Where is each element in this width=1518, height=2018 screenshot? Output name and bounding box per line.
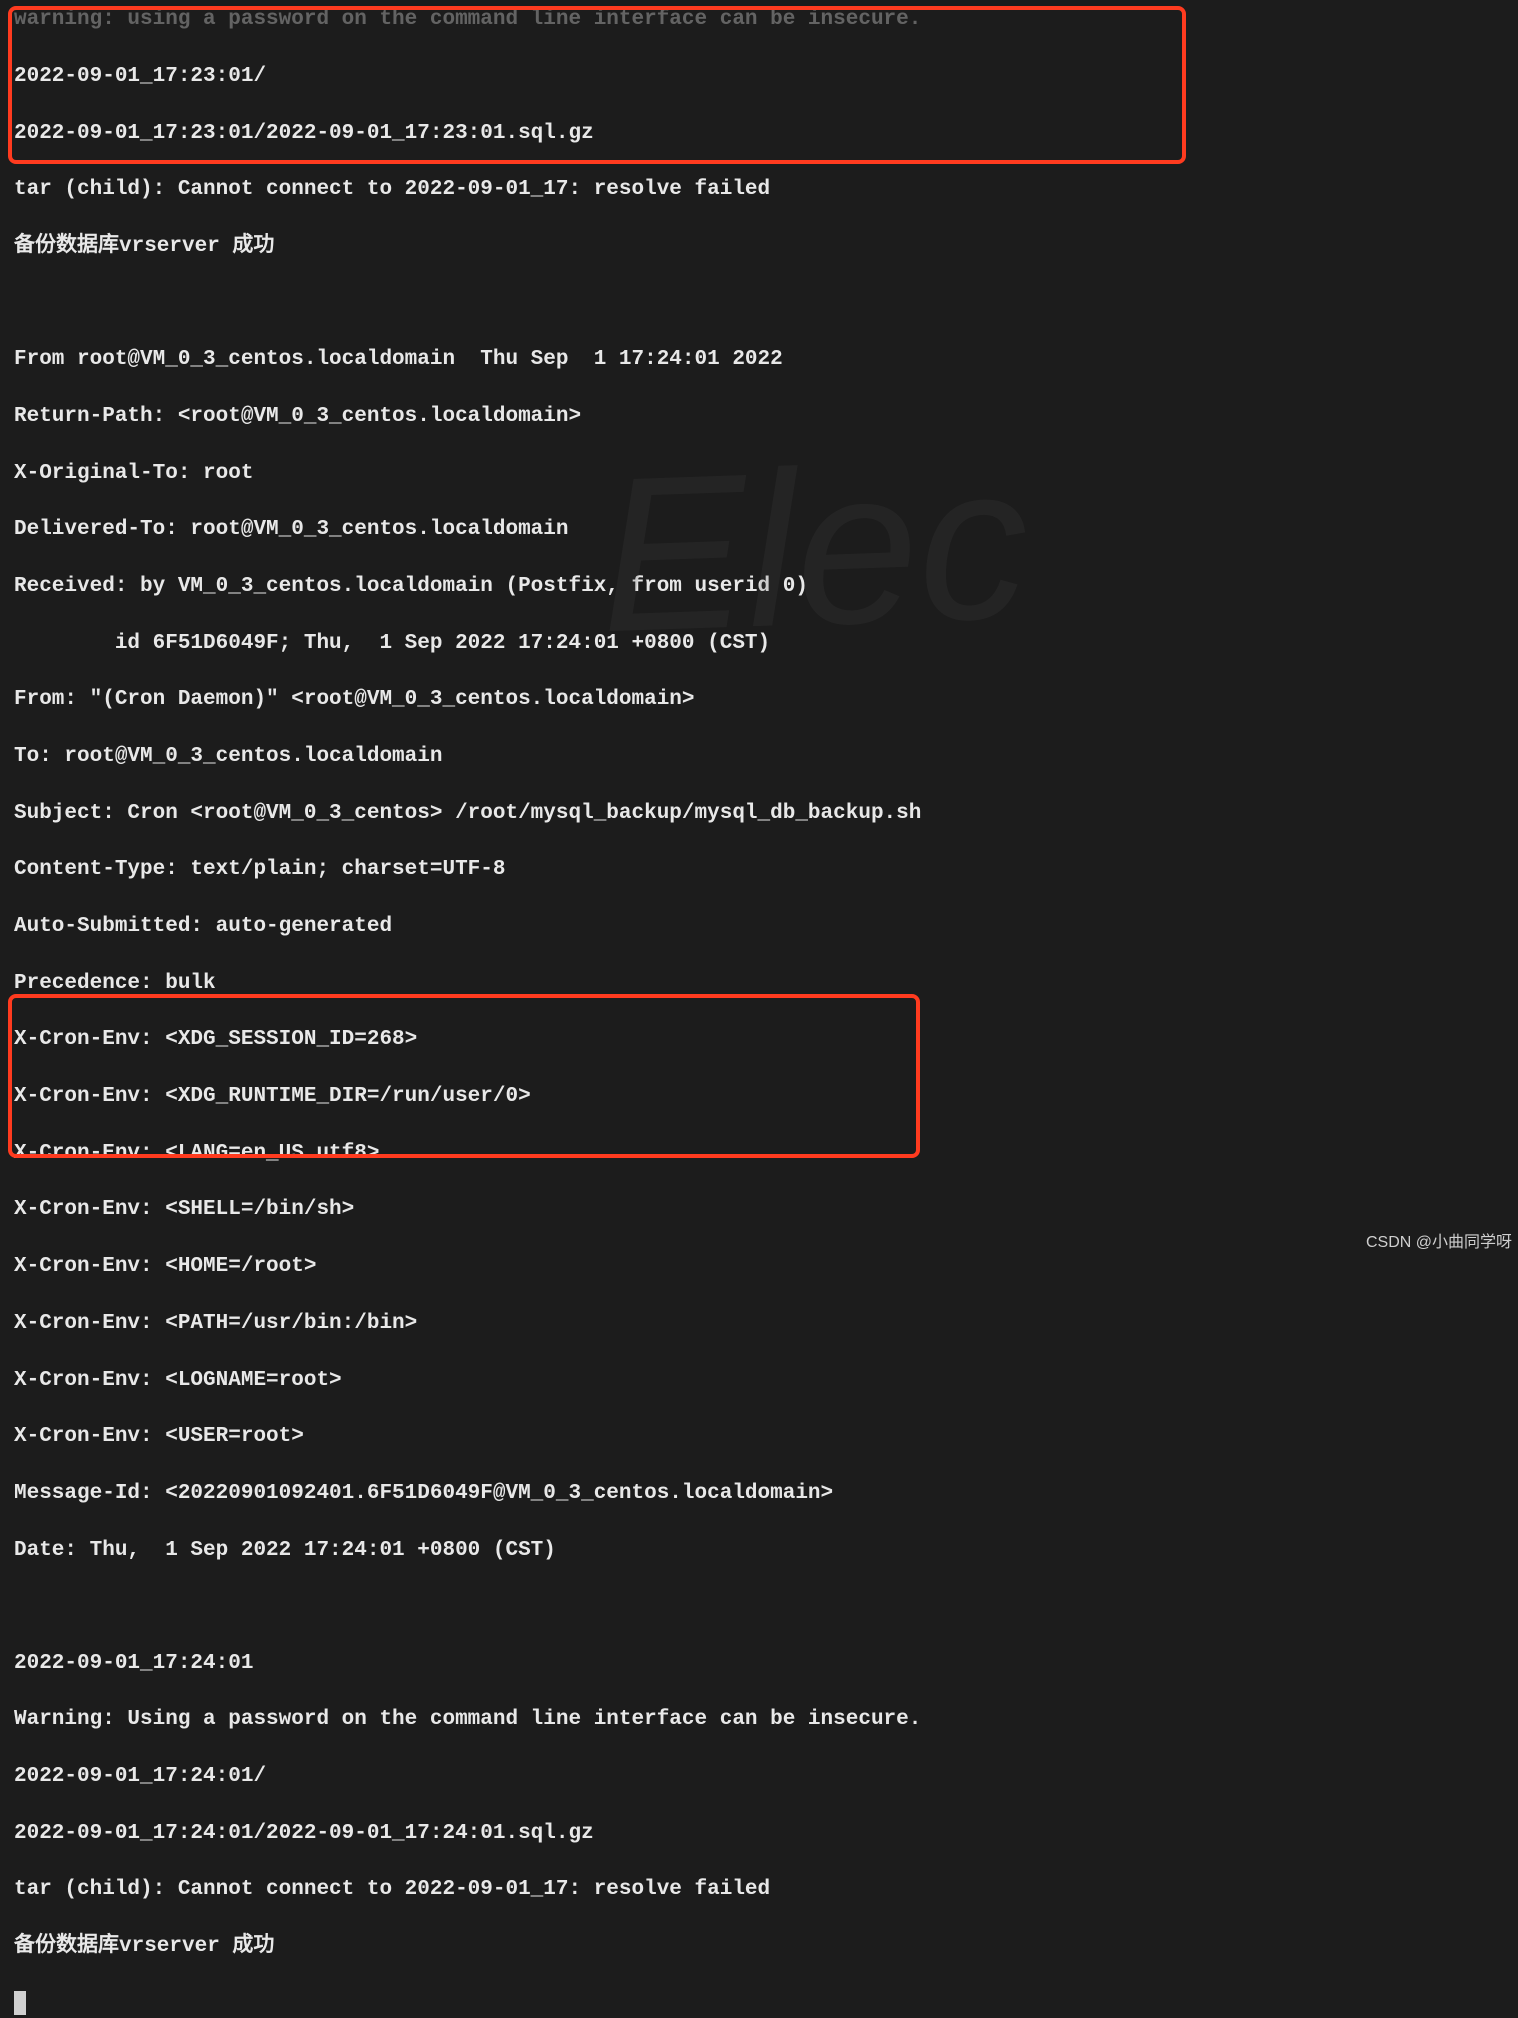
mail-header-cron-env: X-Cron-Env: <LOGNAME=root> xyxy=(14,1367,1504,1395)
mail-header-content-type: Content-Type: text/plain; charset=UTF-8 xyxy=(14,856,1504,884)
attribution-text: CSDN @小曲同学呀 xyxy=(1366,1232,1512,1254)
mail-header-to: To: root@VM_0_3_centos.localdomain xyxy=(14,743,1504,771)
mail-header-x-original-to: X-Original-To: root xyxy=(14,460,1504,488)
mail-header-cron-env: X-Cron-Env: <USER=root> xyxy=(14,1423,1504,1451)
output-line: 2022-09-01_17:23:01/2022-09-01_17:23:01.… xyxy=(14,120,1504,148)
output-line: 2022-09-01_17:24:01 xyxy=(14,1650,1504,1678)
mail-header-date: Date: Thu, 1 Sep 2022 17:24:01 +0800 (CS… xyxy=(14,1537,1504,1565)
mail-header-cron-env: X-Cron-Env: <XDG_SESSION_ID=268> xyxy=(14,1026,1504,1054)
mail-header-auto-submitted: Auto-Submitted: auto-generated xyxy=(14,913,1504,941)
blank-line xyxy=(14,1593,1504,1621)
mail-header-precedence: Precedence: bulk xyxy=(14,970,1504,998)
mail-header-cron-env: X-Cron-Env: <XDG_RUNTIME_DIR=/run/user/0… xyxy=(14,1083,1504,1111)
output-line: tar (child): Cannot connect to 2022-09-0… xyxy=(14,176,1504,204)
mail-header-from2: From: "(Cron Daemon)" <root@VM_0_3_cento… xyxy=(14,686,1504,714)
terminal-output[interactable]: warning: using a password on the command… xyxy=(0,0,1518,2018)
output-line: 备份数据库vrserver 成功 xyxy=(14,1933,1504,1961)
output-line: 2022-09-01_17:23:01/ xyxy=(14,63,1504,91)
mail-header-cron-env: X-Cron-Env: <SHELL=/bin/sh> xyxy=(14,1196,1504,1224)
mail-header-return-path: Return-Path: <root@VM_0_3_centos.localdo… xyxy=(14,403,1504,431)
mail-header-cron-env: X-Cron-Env: <HOME=/root> xyxy=(14,1253,1504,1281)
mail-header-received: Received: by VM_0_3_centos.localdomain (… xyxy=(14,573,1504,601)
mail-header-received-id: id 6F51D6049F; Thu, 1 Sep 2022 17:24:01 … xyxy=(14,630,1504,658)
output-line: Warning: Using a password on the command… xyxy=(14,1706,1504,1734)
output-line: tar (child): Cannot connect to 2022-09-0… xyxy=(14,1876,1504,1904)
mail-header-cron-env: X-Cron-Env: <LANG=en_US.utf8> xyxy=(14,1140,1504,1168)
terminal-cursor xyxy=(14,1991,26,2015)
mail-header-delivered-to: Delivered-To: root@VM_0_3_centos.localdo… xyxy=(14,516,1504,544)
mail-header-from: From root@VM_0_3_centos.localdomain Thu … xyxy=(14,346,1504,374)
output-line: 2022-09-01_17:24:01/ xyxy=(14,1763,1504,1791)
mail-header-subject: Subject: Cron <root@VM_0_3_centos> /root… xyxy=(14,800,1504,828)
mail-header-message-id: Message-Id: <20220901092401.6F51D6049F@V… xyxy=(14,1480,1504,1508)
output-line: 2022-09-01_17:24:01/2022-09-01_17:24:01.… xyxy=(14,1820,1504,1848)
output-line: 备份数据库vrserver 成功 xyxy=(14,233,1504,261)
output-line: warning: using a password on the command… xyxy=(14,6,1504,34)
blank-line xyxy=(14,290,1504,318)
mail-header-cron-env: X-Cron-Env: <PATH=/usr/bin:/bin> xyxy=(14,1310,1504,1338)
